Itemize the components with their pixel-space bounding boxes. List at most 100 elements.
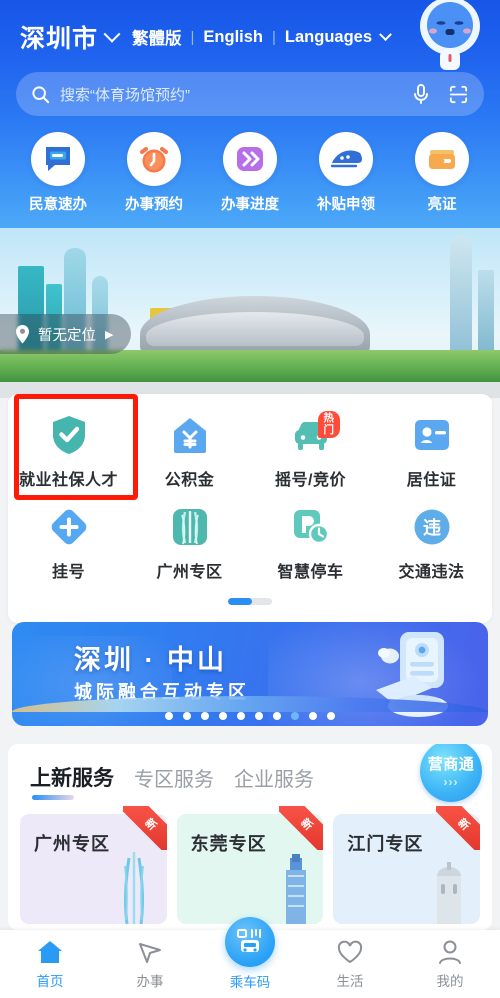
- medical-cross-icon: [51, 509, 86, 545]
- quick-action-minyisuban[interactable]: 民意速办: [20, 132, 96, 214]
- header: 深圳市 繁體版 | English | Languages 搜索“体育场馆预约”…: [0, 0, 500, 398]
- location-chip[interactable]: 暂无定位 ▶: [0, 314, 132, 354]
- banner-dot[interactable]: [237, 712, 245, 720]
- card-title: 东莞专区: [190, 834, 267, 854]
- icon-container: [223, 132, 277, 186]
- icon-container: [48, 414, 90, 456]
- service-item-label: 智慧停车: [277, 564, 344, 581]
- service-item-guahao[interactable]: 挂号: [8, 496, 129, 588]
- icon-container: 违: [411, 506, 453, 548]
- location-arrow-icon: ▶: [105, 328, 114, 341]
- avatar[interactable]: [414, 0, 486, 72]
- hot-badge: 热门: [317, 411, 340, 439]
- service-item-guangzhou-zhuanqu[interactable]: 广州专区: [129, 496, 250, 588]
- microphone-icon[interactable]: [411, 83, 431, 105]
- app-screen: 深圳市 繁體版 | English | Languages 搜索“体育场馆预约”…: [0, 0, 500, 998]
- icon-container: [319, 132, 373, 186]
- icon-container: 热门: [290, 411, 340, 456]
- quick-actions-row: 民意速办 办事预约 办事进度 补贴申领 亮证: [0, 116, 500, 214]
- nav-item-chengcheima[interactable]: 乘车码: [200, 917, 300, 991]
- quick-action-banshiyuyue[interactable]: 办事预约: [116, 132, 192, 214]
- service-item-label: 摇号/竞价: [275, 472, 346, 489]
- lang-traditional[interactable]: 繁體版: [132, 25, 182, 49]
- service-item-gongjijin[interactable]: 公积金: [129, 404, 250, 496]
- search-input[interactable]: 搜索“体育场馆预约”: [16, 72, 484, 116]
- banner-dot[interactable]: [219, 712, 227, 720]
- tab-shangxin-fuwu[interactable]: 上新服务: [30, 762, 114, 800]
- search-bar-wrapper: 搜索“体育场馆预约”: [16, 72, 484, 116]
- banner-dot[interactable]: [273, 712, 281, 720]
- lang-english[interactable]: English: [203, 28, 263, 47]
- alarm-clock-icon: [140, 147, 168, 173]
- service-item-jiaotong-weifa[interactable]: 违 交通违法: [371, 496, 492, 588]
- banner-dots[interactable]: [12, 712, 488, 720]
- icon-container: [48, 506, 90, 548]
- nav-item-shenghuo[interactable]: 生活: [300, 939, 400, 990]
- jiangmen-tower-icon: [437, 862, 462, 924]
- service-cards-row: 广州专区 东莞专区 江门专区: [8, 800, 492, 924]
- heart-icon: [337, 940, 363, 964]
- icon-container: [169, 506, 211, 548]
- banner-dot[interactable]: [327, 712, 335, 720]
- service-item-jiuye-shebao-rencai[interactable]: 就业社保人才: [8, 404, 129, 496]
- service-item-juzhuzheng[interactable]: 居住证: [371, 404, 492, 496]
- chevron-down-icon[interactable]: [379, 27, 392, 41]
- nav-item-home[interactable]: 首页: [0, 939, 100, 990]
- search-placeholder: 搜索“体育场馆预约”: [60, 86, 190, 104]
- banner-dot[interactable]: [309, 712, 317, 720]
- divider: |: [272, 28, 276, 46]
- card-dongguan-zhuanqu[interactable]: 东莞专区: [176, 814, 324, 924]
- banner-dot-active[interactable]: [291, 712, 299, 720]
- yingshangtong-title: 营商通: [427, 756, 475, 773]
- nav-label: 首页: [36, 974, 64, 989]
- traffic-violation-icon: 违: [414, 509, 449, 545]
- chevron-right-icon: ›››: [443, 775, 459, 789]
- tab-zhuanqu-fuwu[interactable]: 专区服务: [134, 763, 214, 800]
- speech-bubble-icon: [46, 147, 70, 171]
- quick-action-label: 亮证: [427, 197, 457, 213]
- nav-item-wode[interactable]: 我的: [400, 939, 500, 990]
- nav-label: 办事: [136, 974, 164, 989]
- city-selector-label[interactable]: 深圳市: [20, 19, 98, 55]
- bus-qr-button[interactable]: [225, 917, 275, 967]
- banner-dot[interactable]: [255, 712, 263, 720]
- tab-qiye-fuwu[interactable]: 企业服务: [234, 763, 314, 800]
- quick-action-butieshenling[interactable]: 补贴申领: [308, 132, 384, 214]
- bottom-navigation: 首页 办事 乘车码 生活 我的: [0, 917, 500, 998]
- dongguan-tower-icon: [286, 854, 307, 924]
- grid-page-indicator[interactable]: [8, 598, 492, 605]
- service-item-zhihui-tingche[interactable]: 智慧停车: [250, 496, 371, 588]
- service-panel: 上新服务 专区服务 企业服务 营商通 ››› 广州专区 东莞专区 江门专区: [8, 744, 492, 930]
- service-item-label: 广州专区: [156, 564, 223, 581]
- banner-dot[interactable]: [165, 712, 173, 720]
- quick-action-banshijindu[interactable]: 办事进度: [212, 132, 288, 214]
- language-switcher: 繁體版 | English | Languages: [132, 25, 392, 49]
- service-item-label: 居住证: [406, 472, 457, 489]
- nav-label: 我的: [436, 974, 464, 989]
- guangzhou-tower-icon: [172, 509, 207, 545]
- quick-action-label: 办事进度: [221, 197, 279, 213]
- building: [450, 236, 472, 356]
- building: [478, 270, 494, 356]
- home-icon: [38, 941, 62, 963]
- wallet-card-icon: [429, 150, 455, 169]
- high-speed-train-icon: [330, 150, 362, 168]
- quick-action-label: 补贴申领: [317, 197, 375, 213]
- scan-code-icon[interactable]: [447, 83, 470, 106]
- yingshangtong-badge[interactable]: 营商通 ›››: [420, 744, 482, 802]
- service-item-yaohao-jingjia[interactable]: 热门 摇号/竞价: [250, 404, 371, 496]
- promo-banner[interactable]: 深圳 · 中山 城际融合互动专区: [12, 622, 488, 726]
- city-hero-image: 暂无定位 ▶: [0, 228, 500, 398]
- service-item-label: 挂号: [51, 564, 85, 581]
- lang-more[interactable]: Languages: [285, 28, 372, 47]
- banner-dot[interactable]: [183, 712, 191, 720]
- icon-container: [31, 132, 85, 186]
- card-guangzhou-zhuanqu[interactable]: 广州专区: [20, 814, 167, 924]
- chevron-down-icon[interactable]: [103, 25, 121, 43]
- quick-action-liangzheng[interactable]: 亮证: [404, 132, 480, 214]
- card-jiangmen-zhuanqu[interactable]: 江门专区: [333, 814, 481, 924]
- banner-dot[interactable]: [201, 712, 209, 720]
- nav-item-banshi[interactable]: 办事: [100, 939, 200, 990]
- paper-plane-icon: [139, 943, 161, 963]
- service-grid-card: 就业社保人才 公积金 热门 摇号/竞价 居住证 挂号 广州专区 智慧停车 违 交…: [8, 394, 492, 623]
